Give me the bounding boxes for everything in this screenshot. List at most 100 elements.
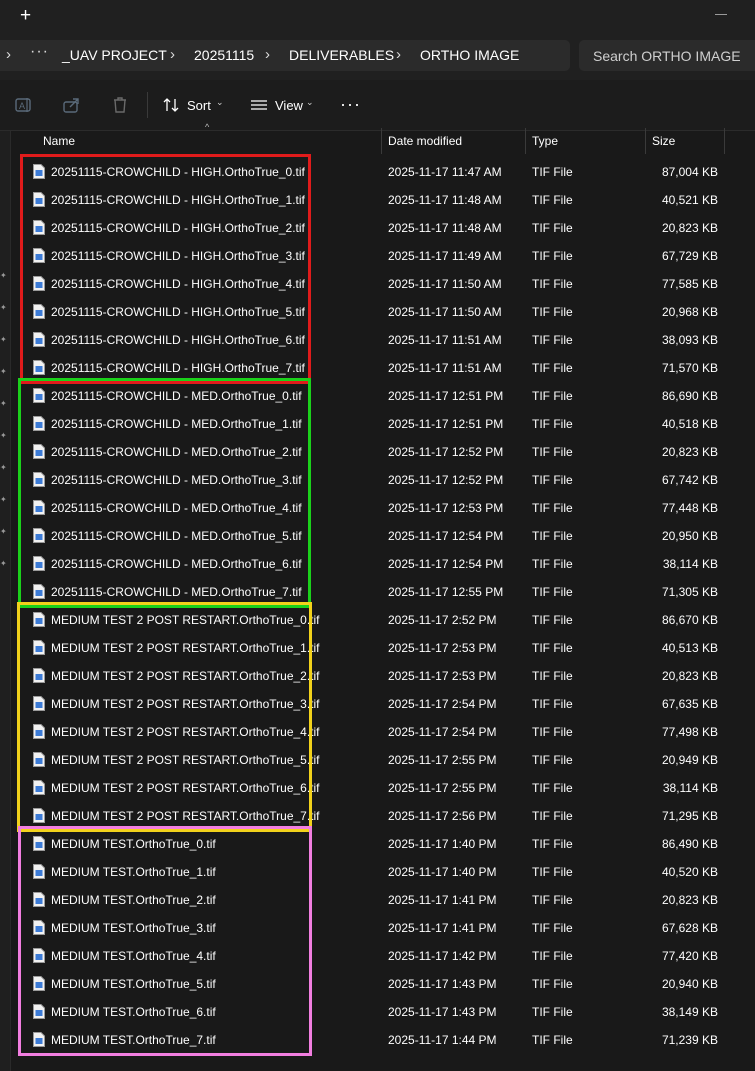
breadcrumb[interactable]: › ··· _UAV PROJECT › 20251115 › DELIVERA… [0, 40, 570, 71]
file-date-modified: 2025-11-17 12:54 PM [388, 557, 504, 571]
chevron-right-icon[interactable]: › [265, 46, 270, 63]
view-label: View [275, 98, 303, 113]
file-size: 38,149 KB [661, 1005, 718, 1019]
more-options-button[interactable]: ··· [340, 94, 361, 115]
file-type: TIF File [532, 221, 573, 235]
svg-text:A: A [19, 101, 25, 111]
file-date-modified: 2025-11-17 1:43 PM [388, 977, 497, 991]
file-size: 20,940 KB [661, 977, 718, 991]
file-size: 71,295 KB [661, 809, 718, 823]
file-size: 71,305 KB [661, 585, 718, 599]
file-size: 20,823 KB [661, 893, 718, 907]
file-type: TIF File [532, 193, 573, 207]
file-size: 20,968 KB [661, 305, 718, 319]
file-type: TIF File [532, 1033, 573, 1047]
chevron-right-icon[interactable]: › [6, 46, 11, 63]
chevron-down-icon: ⌄ [306, 97, 314, 107]
file-date-modified: 2025-11-17 11:48 AM [388, 221, 502, 235]
file-date-modified: 2025-11-17 11:51 AM [388, 333, 502, 347]
file-type: TIF File [532, 669, 573, 683]
column-divider[interactable] [525, 128, 526, 154]
file-type: TIF File [532, 949, 573, 963]
column-name[interactable]: Name [43, 134, 75, 148]
breadcrumb-ortho-image[interactable]: ORTHO IMAGE [420, 47, 519, 63]
rename-icon[interactable]: A [14, 95, 34, 115]
file-type: TIF File [532, 613, 573, 627]
file-size: 86,490 KB [661, 837, 718, 851]
file-date-modified: 2025-11-17 12:52 PM [388, 473, 504, 487]
column-type[interactable]: Type [532, 134, 558, 148]
file-type: TIF File [532, 725, 573, 739]
file-date-modified: 2025-11-17 2:53 PM [388, 641, 497, 655]
chevron-right-icon[interactable]: › [170, 46, 175, 63]
file-size: 86,690 KB [661, 389, 718, 403]
file-type: TIF File [532, 165, 573, 179]
file-type: TIF File [532, 389, 573, 403]
sort-ascending-icon: ^ [205, 122, 210, 132]
file-type: TIF File [532, 809, 573, 823]
column-divider[interactable] [724, 128, 725, 154]
column-divider[interactable] [645, 128, 646, 154]
column-header: ^ Name Date modified Type Size [11, 122, 755, 154]
chevron-down-icon: ⌄ [216, 97, 224, 107]
column-date-modified[interactable]: Date modified [388, 134, 462, 148]
file-date-modified: 2025-11-17 11:50 AM [388, 277, 502, 291]
file-type: TIF File [532, 277, 573, 291]
file-size: 38,114 KB [662, 557, 718, 571]
file-date-modified: 2025-11-17 1:43 PM [388, 1005, 497, 1019]
sort-label: Sort [187, 98, 211, 113]
file-date-modified: 2025-11-17 12:53 PM [388, 501, 504, 515]
file-size: 40,520 KB [661, 865, 718, 879]
file-size: 67,635 KB [661, 697, 718, 711]
column-size[interactable]: Size [652, 134, 675, 148]
file-type: TIF File [532, 333, 573, 347]
file-date-modified: 2025-11-17 12:52 PM [388, 445, 504, 459]
file-date-modified: 2025-11-17 12:51 PM [388, 389, 504, 403]
file-date-modified: 2025-11-17 2:52 PM [388, 613, 497, 627]
file-date-modified: 2025-11-17 12:55 PM [388, 585, 504, 599]
file-type: TIF File [532, 585, 573, 599]
file-type: TIF File [532, 697, 573, 711]
file-type: TIF File [532, 473, 573, 487]
file-size: 20,950 KB [661, 529, 718, 543]
file-type: TIF File [532, 557, 573, 571]
file-size: 38,093 KB [661, 333, 718, 347]
file-type: TIF File [532, 753, 573, 767]
file-date-modified: 2025-11-17 11:49 AM [388, 249, 502, 263]
address-row: › ··· _UAV PROJECT › 20251115 › DELIVERA… [0, 34, 755, 80]
file-date-modified: 2025-11-17 1:41 PM [388, 893, 497, 907]
file-date-modified: 2025-11-17 1:41 PM [388, 921, 497, 935]
share-icon[interactable] [62, 95, 82, 115]
file-size: 71,239 KB [661, 1033, 718, 1047]
file-type: TIF File [532, 837, 573, 851]
file-type: TIF File [532, 1005, 573, 1019]
file-size: 67,742 KB [661, 473, 718, 487]
file-size: 38,114 KB [662, 781, 718, 795]
chevron-right-icon[interactable]: › [396, 46, 401, 63]
column-divider[interactable] [381, 128, 382, 154]
new-tab-button[interactable]: + [20, 5, 31, 27]
sort-icon [163, 98, 179, 112]
file-date-modified: 2025-11-17 2:53 PM [388, 669, 497, 683]
view-button[interactable]: View ⌄ [250, 94, 320, 116]
file-size: 71,570 KB [661, 361, 718, 375]
file-type: TIF File [532, 893, 573, 907]
toolbar-separator [147, 92, 148, 118]
delete-icon[interactable] [110, 95, 130, 115]
breadcrumb-deliverables[interactable]: DELIVERABLES [289, 47, 394, 63]
file-type: TIF File [532, 361, 573, 375]
file-size: 77,448 KB [661, 501, 718, 515]
breadcrumb-overflow-button[interactable]: ··· [30, 43, 49, 61]
file-size: 77,585 KB [661, 277, 718, 291]
file-date-modified: 2025-11-17 12:54 PM [388, 529, 504, 543]
search-box[interactable]: Search ORTHO IMAGE [579, 40, 755, 71]
breadcrumb-20251115[interactable]: 20251115 [194, 47, 254, 63]
view-icon [251, 100, 267, 110]
file-size: 77,420 KB [661, 949, 718, 963]
search-input[interactable]: Search ORTHO IMAGE [593, 48, 741, 64]
highlight-box [17, 602, 312, 832]
sort-button[interactable]: Sort ⌄ [162, 94, 226, 116]
minimize-icon[interactable] [715, 14, 727, 15]
file-type: TIF File [532, 529, 573, 543]
breadcrumb-uav-project[interactable]: _UAV PROJECT [62, 47, 167, 63]
